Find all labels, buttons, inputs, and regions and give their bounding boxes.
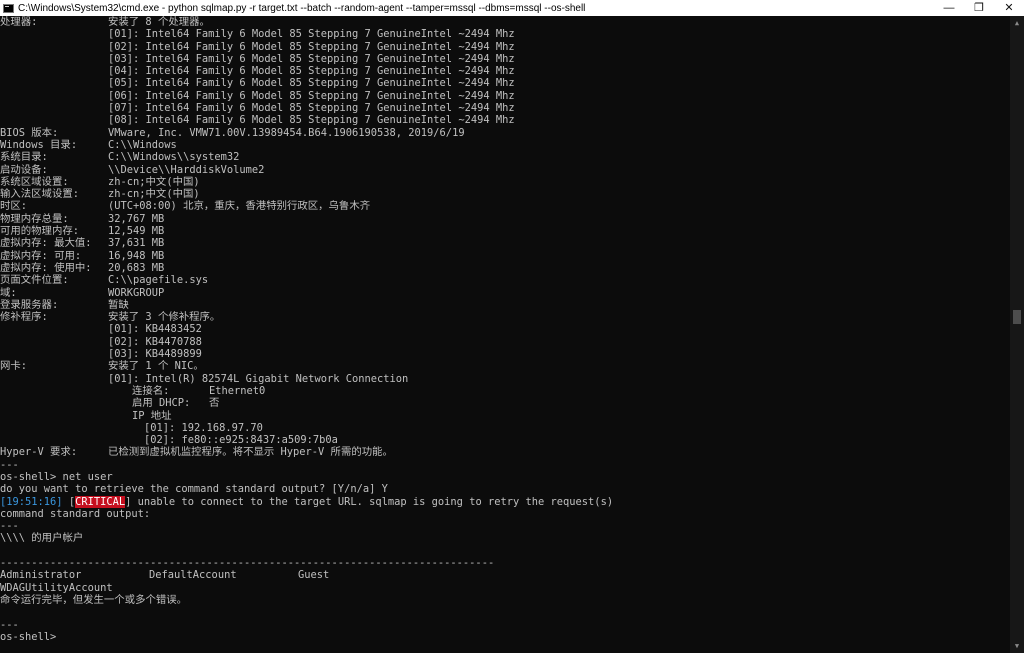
log-timestamp: [19:51:16] bbox=[0, 495, 63, 508]
console-output[interactable]: 处理器: 安装了 8 个处理器。 [01]: Intel64 Family 6 Mo… bbox=[0, 16, 1010, 653]
hotfix-item: [03]: KB4489899 bbox=[108, 348, 202, 361]
accounts-header: \\\\ 的用户帐户 bbox=[0, 532, 84, 545]
cpu-item: [02]: Intel64 Family 6 Model 85 Stepping… bbox=[108, 40, 515, 53]
vertical-scrollbar[interactable]: ▲ ▼ bbox=[1010, 16, 1024, 653]
separator: --- bbox=[0, 458, 19, 471]
minimize-icon: — bbox=[943, 1, 955, 14]
restore-icon: ❐ bbox=[974, 1, 984, 14]
cpu-row: 处理器: 安装了 8 个处理器。 bbox=[0, 16, 210, 28]
log-level-critical: CRITICAL bbox=[75, 495, 126, 508]
sys-info-row: 虚拟内存: 使用中: 20,683 MB bbox=[0, 261, 165, 274]
cpu-item: [08]: Intel64 Family 6 Model 85 Stepping… bbox=[108, 114, 515, 127]
hotfix-item: [02]: KB4470788 bbox=[108, 335, 202, 348]
sys-info-row: 物理内存总量: 32,767 MB bbox=[0, 212, 165, 225]
account-name: DefaultAccount bbox=[149, 569, 237, 582]
dash-rule: ----------------------------------------… bbox=[0, 557, 495, 570]
hotfix-item: [01]: KB4483452 bbox=[108, 323, 202, 336]
separator: --- bbox=[0, 520, 19, 533]
sys-info-row: 可用的物理内存: 12,549 MB bbox=[0, 225, 165, 238]
sys-info-row: 页面文件位置: C:\\pagefile.sys bbox=[0, 274, 209, 287]
account-name: Administrator bbox=[0, 569, 82, 582]
scroll-down-arrow-icon[interactable]: ▼ bbox=[1010, 639, 1024, 653]
scroll-thumb[interactable] bbox=[1013, 310, 1021, 324]
sys-info-row: BIOS 版本: VMware, Inc. VMW71.00V.13989454.… bbox=[0, 126, 465, 139]
accounts-row: Administrator DefaultAccount Guest bbox=[0, 569, 1010, 581]
shell-prompt[interactable]: os-shell> bbox=[0, 631, 1010, 643]
sys-info-row: 启动设备: \\Device\\HarddiskVolume2 bbox=[0, 163, 265, 176]
nic-connection-name: 连接名: Ethernet0 bbox=[132, 384, 266, 397]
nic-ip-item: [01]: 192.168.97.70 bbox=[144, 421, 263, 434]
sys-info-row: 输入法区域设置: zh-cn;中文(中国) bbox=[0, 188, 200, 201]
close-icon: ✕ bbox=[1004, 1, 1014, 14]
nic-adapter: [01]: Intel(R) 82574L Gigabit Network Co… bbox=[108, 372, 409, 385]
cpu-item: [03]: Intel64 Family 6 Model 85 Stepping… bbox=[108, 52, 515, 65]
title-bar[interactable]: C:\Windows\System32\cmd.exe - python sql… bbox=[0, 0, 1024, 16]
account-name: WDAGUtilityAccount bbox=[0, 581, 113, 594]
hyperv-row: Hyper-V 要求: 已检测到虚拟机监控程序。将不显示 Hyper-V 所需的功… bbox=[0, 446, 393, 459]
command-line: os-shell> net user bbox=[0, 470, 113, 483]
cmd-app-icon[interactable] bbox=[3, 3, 14, 13]
question-line: do you want to retrieve the command stan… bbox=[0, 483, 388, 496]
window-controls: — ❐ ✕ bbox=[934, 0, 1024, 16]
sys-info-row: 虚拟内存: 最大值: 37,631 MB bbox=[0, 237, 165, 250]
nic-ip-label: IP 地址 bbox=[132, 409, 172, 422]
sys-info-row: 登录服务器: 暂缺 bbox=[0, 298, 129, 311]
separator: --- bbox=[0, 618, 19, 631]
minimize-button[interactable]: — bbox=[934, 0, 964, 16]
sys-info-row: 域: WORKGROUP bbox=[0, 286, 165, 299]
scroll-up-arrow-icon[interactable]: ▲ bbox=[1010, 16, 1024, 30]
sys-info-row: 虚拟内存: 可用: 16,948 MB bbox=[0, 249, 165, 262]
maximize-button[interactable]: ❐ bbox=[964, 0, 994, 16]
cpu-item: [01]: Intel64 Family 6 Model 85 Stepping… bbox=[108, 28, 515, 41]
window-title: C:\Windows\System32\cmd.exe - python sql… bbox=[18, 2, 586, 14]
log-line: [19:51:16] [CRITICAL] unable to connect … bbox=[0, 495, 614, 508]
sys-info-row: Windows 目录: C:\\Windows bbox=[0, 138, 177, 151]
console-text: 处理器: 安装了 8 个处理器。 [01]: Intel64 Family 6 Mo… bbox=[0, 16, 1010, 643]
nic-ip-item: [02]: fe80::e925:8437:a509:7b0a bbox=[144, 434, 338, 447]
account-name: Guest bbox=[298, 569, 330, 582]
hotfix-row: 修补程序: 安装了 3 个修补程序。 bbox=[0, 311, 221, 324]
cmd-window: C:\Windows\System32\cmd.exe - python sql… bbox=[0, 0, 1024, 653]
close-button[interactable]: ✕ bbox=[994, 0, 1024, 16]
nic-dhcp: 启用 DHCP: 否 bbox=[132, 397, 220, 410]
cpu-item: [04]: Intel64 Family 6 Model 85 Stepping… bbox=[108, 65, 515, 78]
nic-row: 网卡: 安装了 1 个 NIC。 bbox=[0, 360, 204, 373]
sys-info-row: 时区: (UTC+08:00) 北京，重庆，香港特别行政区，乌鲁木齐 bbox=[0, 200, 371, 213]
cpu-item: [06]: Intel64 Family 6 Model 85 Stepping… bbox=[108, 89, 515, 102]
cpu-item: [07]: Intel64 Family 6 Model 85 Stepping… bbox=[108, 102, 515, 115]
result-message: 命令运行完毕，但发生一个或多个错误。 bbox=[0, 593, 188, 606]
stdout-label: command standard output: bbox=[0, 507, 151, 520]
sys-info-row: 系统目录: C:\\Windows\\system32 bbox=[0, 151, 240, 164]
sys-info-row: 系统区域设置: zh-cn;中文(中国) bbox=[0, 175, 200, 188]
cpu-item: [05]: Intel64 Family 6 Model 85 Stepping… bbox=[108, 77, 515, 90]
